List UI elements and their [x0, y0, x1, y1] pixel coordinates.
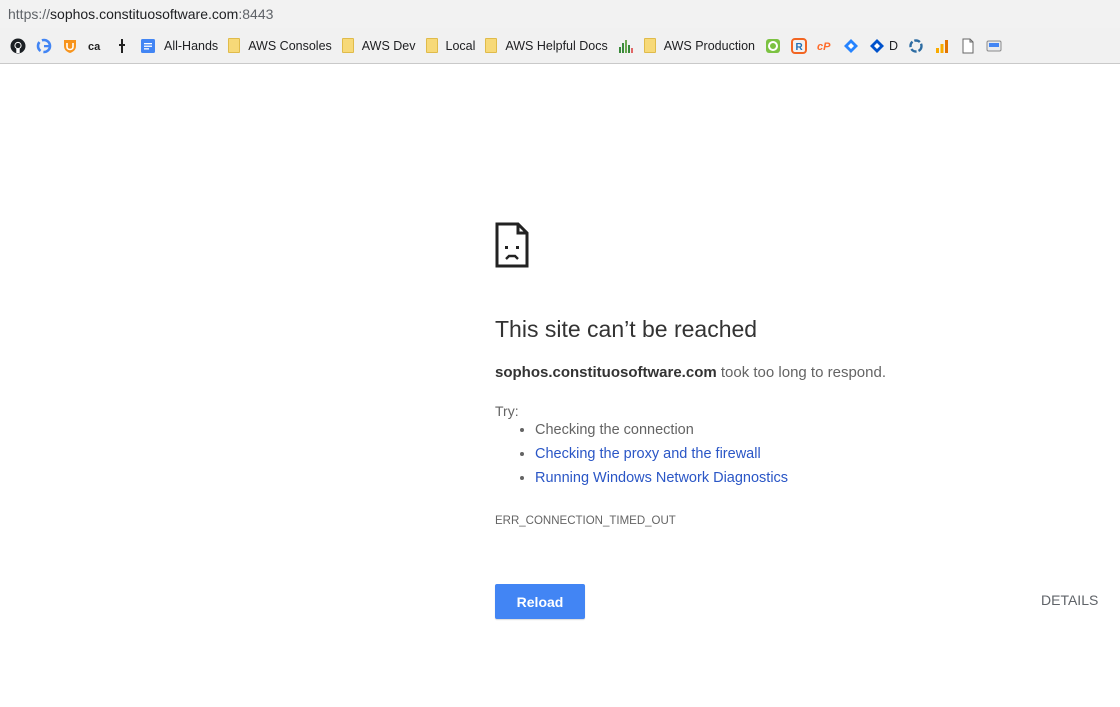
- folder-icon: [341, 38, 354, 53]
- folder-icon: [425, 38, 438, 53]
- bookmarks-bar: ca All-Hands AWS Consoles AWS Dev Local …: [0, 28, 1120, 64]
- drive-icon: [986, 40, 1002, 51]
- google-docs-icon: [141, 38, 155, 53]
- orange-r-icon: R: [790, 37, 807, 54]
- error-content: This site can’t be reached sophos.consti…: [495, 222, 1098, 619]
- error-host: sophos.constituosoftware.com: [495, 364, 717, 381]
- suggestions-list: Checking the connection Checking the pro…: [495, 418, 788, 490]
- svg-text:R: R: [795, 42, 803, 53]
- green-circle-icon: [765, 38, 780, 53]
- bookmark-label: Local: [445, 38, 476, 53]
- bookmark-folder-aws-helpful-docs[interactable]: AWS Helpful Docs: [485, 34, 608, 58]
- bookmark-ca[interactable]: ca: [88, 34, 104, 58]
- url-port: :8443: [238, 6, 274, 22]
- ring-icon: [909, 38, 923, 53]
- bookmark-jira-d[interactable]: D: [869, 34, 898, 58]
- orange-shield-icon: [64, 39, 76, 53]
- error-code: ERR_CONNECTION_TIMED_OUT: [495, 515, 676, 527]
- url-host: sophos.constituosoftware.com: [50, 6, 239, 22]
- bookmark-cpanel[interactable]: cP: [817, 34, 833, 58]
- bookmark-analytics[interactable]: [934, 34, 950, 58]
- bookmark-label: D: [888, 38, 899, 53]
- bookmark-folder-aws-production[interactable]: AWS Production: [643, 34, 755, 58]
- suggestion-text: Checking the connection: [535, 422, 694, 438]
- bookmark-drive[interactable]: [986, 34, 1002, 58]
- details-button[interactable]: DETAILS: [1041, 592, 1098, 608]
- ca-logo-icon: ca: [88, 41, 101, 53]
- page-icon: [962, 38, 974, 53]
- url-scheme: https://: [8, 6, 51, 22]
- bookmark-all-hands[interactable]: All-Hands: [140, 34, 218, 58]
- bookmark-r[interactable]: R: [790, 34, 807, 58]
- address-bar[interactable]: https://sophos.constituosoftware.com:844…: [0, 0, 1120, 28]
- bookmark-folder-aws-consoles[interactable]: AWS Consoles: [228, 34, 332, 58]
- error-summary: sophos.constituosoftware.com took too lo…: [495, 364, 886, 381]
- proxy-firewall-link[interactable]: Checking the proxy and the firewall: [535, 446, 761, 462]
- suggestion-item: Checking the connection: [535, 418, 788, 442]
- network-diagnostics-link[interactable]: Running Windows Network Diagnostics: [535, 470, 788, 486]
- google-icon: [36, 38, 52, 53]
- bookmark-label: AWS Helpful Docs: [505, 38, 608, 53]
- bookmark-jira[interactable]: [843, 34, 859, 58]
- bookmark-label: AWS Production: [663, 38, 755, 53]
- bookmark-page[interactable]: [960, 34, 976, 58]
- bookmark-label: AWS Consoles: [248, 38, 332, 53]
- folder-icon: [643, 38, 656, 53]
- bookmark-google[interactable]: [36, 34, 52, 58]
- bookmark-pin[interactable]: [114, 34, 130, 58]
- suggestion-item: Checking the proxy and the firewall: [535, 442, 788, 466]
- pin-icon: [119, 38, 125, 53]
- bookmark-folder-local[interactable]: Local: [425, 34, 476, 58]
- analytics-icon: [936, 39, 949, 53]
- bookmark-github[interactable]: [10, 34, 26, 58]
- error-title: This site can’t be reached: [495, 316, 758, 342]
- svg-text:cP: cP: [817, 41, 831, 53]
- bookmark-green[interactable]: [765, 34, 781, 58]
- jira-icon: [869, 38, 884, 53]
- bookmark-shield[interactable]: [62, 34, 78, 58]
- chart-icon: [618, 39, 633, 53]
- reload-button[interactable]: Reload: [495, 584, 585, 619]
- sad-page-icon: [495, 222, 529, 268]
- cpanel-icon: cP: [817, 41, 831, 53]
- bookmark-folder-aws-dev[interactable]: AWS Dev: [341, 34, 416, 58]
- bookmark-label: AWS Dev: [361, 38, 416, 53]
- folder-icon: [228, 38, 241, 53]
- svg-text:ca: ca: [88, 41, 101, 53]
- jira-icon: [843, 38, 858, 53]
- github-icon: [10, 38, 26, 53]
- error-message: took too long to respond.: [716, 364, 886, 381]
- suggestion-item: Running Windows Network Diagnostics: [535, 466, 788, 490]
- bookmark-ring[interactable]: [908, 34, 924, 58]
- try-label: Try:: [495, 403, 519, 419]
- folder-icon: [485, 38, 498, 53]
- bookmark-chart[interactable]: [618, 34, 634, 58]
- bookmark-label: All-Hands: [164, 38, 219, 53]
